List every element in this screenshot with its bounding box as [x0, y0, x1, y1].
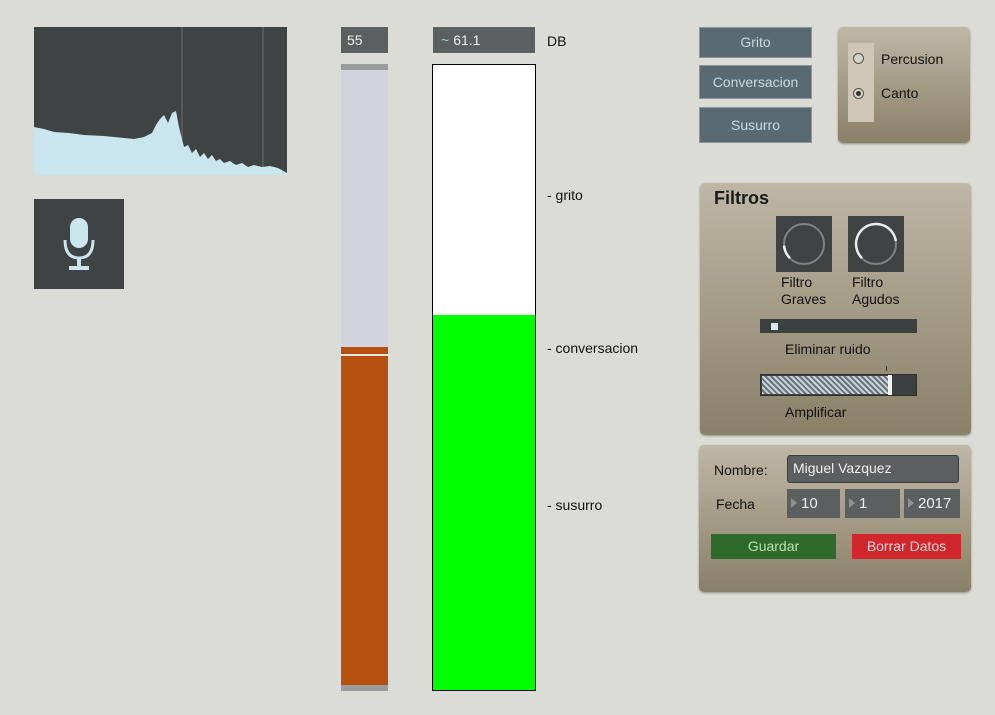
filtro-graves-knob[interactable] [776, 216, 832, 272]
filtro-graves-label: Filtro Graves [781, 274, 826, 308]
level-slider[interactable] [341, 64, 388, 691]
filtro-agudos-knob[interactable] [848, 216, 904, 272]
triangle-icon [849, 498, 855, 508]
slider-knob[interactable] [341, 354, 388, 356]
filtro-graves-label-line2: Graves [781, 291, 827, 307]
amplificar-fill [762, 376, 889, 394]
slider-thumb[interactable] [771, 323, 778, 330]
radio-label-percusion: Percusion [881, 51, 944, 67]
fecha-day-box[interactable]: 10 [787, 489, 840, 518]
fecha-year-box[interactable]: 2017 [904, 489, 960, 518]
radio-percusion[interactable] [853, 53, 864, 64]
tilde-icon: ~ [441, 32, 450, 48]
db-meter-fill [433, 315, 535, 690]
mark-conversacion: - conversacion [547, 340, 639, 356]
triangle-icon [791, 498, 797, 508]
fecha-label: Fecha [716, 496, 755, 512]
radio-canto[interactable] [853, 88, 864, 99]
filtro-agudos-label-line1: Filtro [852, 274, 884, 290]
grito-button[interactable]: Grito [699, 27, 812, 58]
slider-fill [341, 347, 388, 685]
conversacion-button[interactable]: Conversacion [699, 65, 812, 99]
mode-radio-panel: Percusion Canto [838, 27, 970, 143]
susurro-button[interactable]: Susurro [699, 107, 812, 143]
mark-susurro: - susurro [547, 497, 603, 513]
nombre-label: Nombre: [714, 462, 768, 478]
db-value: 61.1 [453, 32, 481, 48]
knob-dial-icon [854, 222, 898, 265]
spectrum-display [34, 27, 287, 175]
filters-panel: Filtros Filtro Graves Filtro Agudos Elim… [700, 183, 971, 435]
fecha-day-value: 10 [801, 495, 818, 512]
db-unit-label: DB [547, 33, 567, 49]
eliminar-ruido-label: Eliminar ruido [785, 341, 871, 357]
slider-bottom-cap [341, 685, 388, 691]
slider-thumb[interactable] [888, 375, 892, 395]
slider-top-cap [341, 64, 388, 70]
knob-dial-icon [782, 223, 825, 265]
amplificar-tick [886, 366, 887, 371]
borrar-datos-button[interactable]: Borrar Datos [852, 534, 961, 559]
radio-label-canto: Canto [881, 85, 919, 101]
spectrum-graph [34, 27, 287, 175]
db-number-box: ~61.1 [433, 27, 535, 53]
microphone-icon [63, 218, 95, 270]
mark-grito: - grito [547, 187, 583, 203]
filters-title: Filtros [714, 188, 770, 208]
db-meter [432, 64, 536, 691]
fecha-month-box[interactable]: 1 [845, 489, 900, 518]
filtro-agudos-label-line2: Agudos [852, 291, 900, 307]
filtro-graves-label-line1: Filtro [781, 274, 813, 290]
fecha-month-value: 1 [859, 495, 868, 512]
eliminar-ruido-slider[interactable] [760, 319, 917, 333]
filtro-agudos-label: Filtro Agudos [852, 274, 899, 308]
level-number-box[interactable]: 55 [341, 27, 388, 53]
amplificar-label: Amplificar [785, 404, 847, 420]
guardar-button[interactable]: Guardar [711, 534, 836, 559]
amplificar-slider[interactable] [760, 374, 917, 396]
nombre-input[interactable]: Miguel Vazquez [787, 455, 959, 483]
mic-button[interactable] [34, 199, 124, 289]
fecha-year-value: 2017 [918, 495, 952, 512]
record-form-panel: Nombre: Miguel Vazquez Fecha 10 1 2017 G… [699, 445, 971, 592]
triangle-icon [908, 498, 914, 508]
